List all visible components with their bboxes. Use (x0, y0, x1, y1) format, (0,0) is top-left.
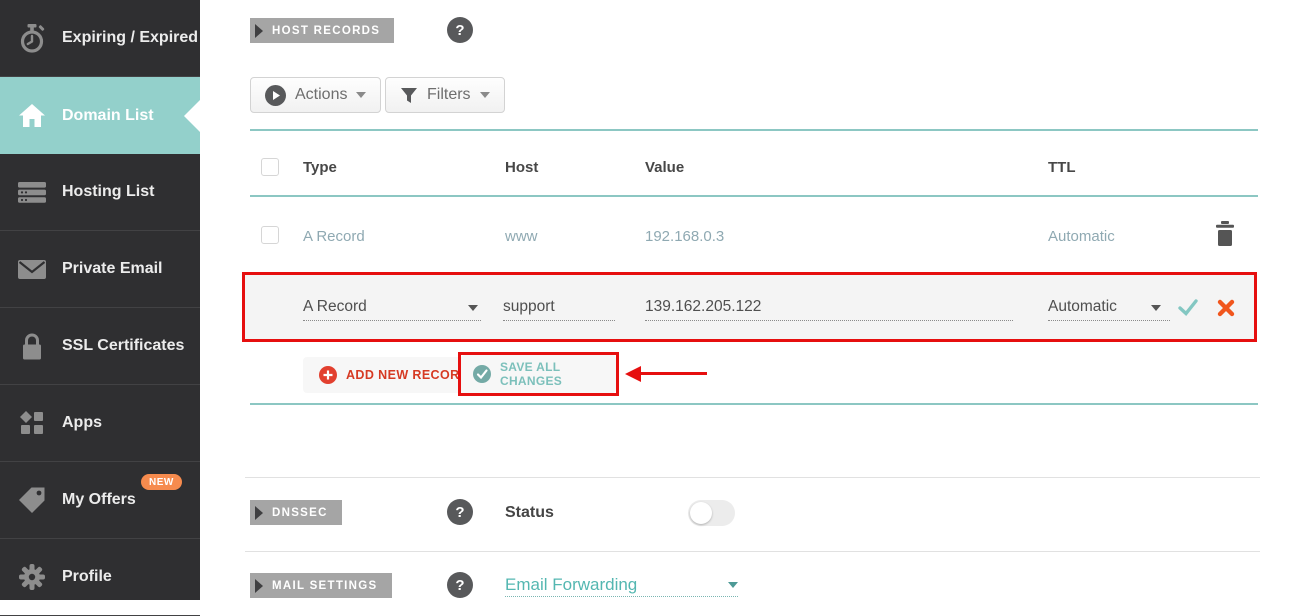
record-host-cell[interactable]: www (505, 228, 538, 245)
filters-label: Filters (427, 86, 471, 103)
check-circle-icon (473, 365, 491, 383)
stopwatch-icon (16, 23, 48, 53)
play-icon (265, 84, 286, 106)
select-all-checkbox[interactable] (261, 158, 279, 176)
check-icon[interactable] (1178, 299, 1198, 321)
record-type-select[interactable]: A Record (303, 294, 481, 321)
dnssec-section-label: DNSSEC (250, 500, 342, 525)
sidebar-item-apps[interactable]: Apps (0, 385, 200, 462)
actions-label: Actions (295, 86, 348, 103)
actions-dropdown-button[interactable]: Actions (250, 77, 382, 113)
ttl-selected-value: Automatic (1048, 298, 1117, 315)
chevron-down-icon (1151, 305, 1161, 311)
chevron-down-icon (468, 305, 478, 311)
save-button-highlight-box: SAVE ALL CHANGES (458, 352, 619, 396)
sidebar-item-label: Domain List (62, 106, 154, 124)
add-new-record-label: ADD NEW RECORD (346, 368, 469, 382)
record-value-cell[interactable]: 192.168.0.3 (645, 228, 724, 245)
record-type-cell[interactable]: A Record (303, 228, 365, 245)
sidebar-item-private-email[interactable]: Private Email (0, 231, 200, 308)
section-divider (245, 477, 1260, 478)
dnssec-status-label: Status (505, 504, 554, 521)
host-input-value: support (503, 298, 555, 315)
trash-icon[interactable] (1214, 221, 1236, 251)
record-ttl-cell[interactable]: Automatic (1048, 228, 1115, 245)
gear-icon (16, 564, 48, 590)
funnel-icon (400, 87, 418, 104)
sidebar-item-label: My Offers (62, 491, 136, 508)
annotation-arrow-line (640, 372, 707, 375)
sidebar-item-profile[interactable]: Profile (0, 539, 200, 616)
sidebar-item-expiring-expired[interactable]: Expiring / Expired (0, 0, 200, 77)
column-header-type: Type (303, 159, 337, 176)
value-input[interactable]: 139.162.205.122 (645, 294, 1013, 321)
new-badge: NEW (141, 474, 182, 490)
edit-row-highlight-box: A Record support 139.162.205.122 Automat… (242, 272, 1257, 342)
tag-icon (16, 487, 48, 513)
section-divider-teal (250, 195, 1258, 197)
record-type-selected-value: A Record (303, 298, 367, 315)
ttl-select[interactable]: Automatic (1048, 294, 1170, 321)
mail-settings-selected-value: Email Forwarding (505, 574, 638, 594)
sidebar-item-label: Profile (62, 568, 112, 585)
annotation-arrow-icon (625, 366, 641, 382)
chevron-down-icon (356, 92, 367, 98)
sidebar-item-hosting-list[interactable]: Hosting List (0, 154, 200, 231)
save-all-changes-button[interactable]: SAVE ALL CHANGES (461, 355, 616, 393)
row-checkbox[interactable] (261, 226, 279, 244)
envelope-icon (16, 259, 48, 279)
question-icon[interactable]: ? (447, 17, 473, 43)
sidebar: Expiring / Expired Domain List Hosting L… (0, 0, 200, 616)
mail-settings-section-label: MAIL SETTINGS (250, 573, 392, 598)
save-all-changes-label: SAVE ALL CHANGES (500, 360, 563, 388)
main-content: HOST RECORDS ? Actions Filters Type Host… (200, 0, 1300, 600)
sidebar-item-ssl-certificates[interactable]: SSL Certificates (0, 308, 200, 385)
apps-grid-icon (16, 411, 48, 435)
sidebar-item-label: Expiring / Expired (62, 29, 199, 46)
column-header-host: Host (505, 159, 539, 176)
server-icon (16, 181, 48, 203)
section-divider (245, 551, 1260, 552)
sidebar-item-label: Private Email (62, 260, 163, 277)
sidebar-item-label: Hosting List (62, 183, 155, 200)
filters-dropdown-button[interactable]: Filters (385, 77, 505, 113)
question-icon[interactable]: ? (447, 572, 473, 598)
host-records-section-label: HOST RECORDS (250, 18, 395, 43)
column-header-value: Value (645, 159, 685, 176)
home-icon (16, 104, 48, 127)
x-icon[interactable] (1217, 299, 1235, 322)
chevron-down-icon (728, 581, 738, 588)
sidebar-item-label: Apps (62, 414, 102, 431)
question-icon[interactable]: ? (447, 499, 473, 525)
sidebar-item-domain-list[interactable]: Domain List (0, 77, 200, 154)
sidebar-item-label: SSL Certificates (62, 337, 185, 354)
section-divider-teal (250, 403, 1258, 405)
mail-settings-select[interactable]: Email Forwarding (505, 573, 738, 597)
plus-circle-icon (319, 366, 337, 384)
column-header-ttl: TTL (1048, 159, 1076, 176)
lock-icon (16, 333, 48, 360)
sidebar-item-my-offers[interactable]: My Offers NEW (0, 462, 200, 539)
dnssec-status-toggle[interactable] (688, 500, 735, 526)
section-divider-teal (250, 129, 1258, 131)
host-input[interactable]: support (503, 294, 615, 321)
value-input-value: 139.162.205.122 (645, 298, 762, 315)
chevron-down-icon (479, 92, 490, 98)
